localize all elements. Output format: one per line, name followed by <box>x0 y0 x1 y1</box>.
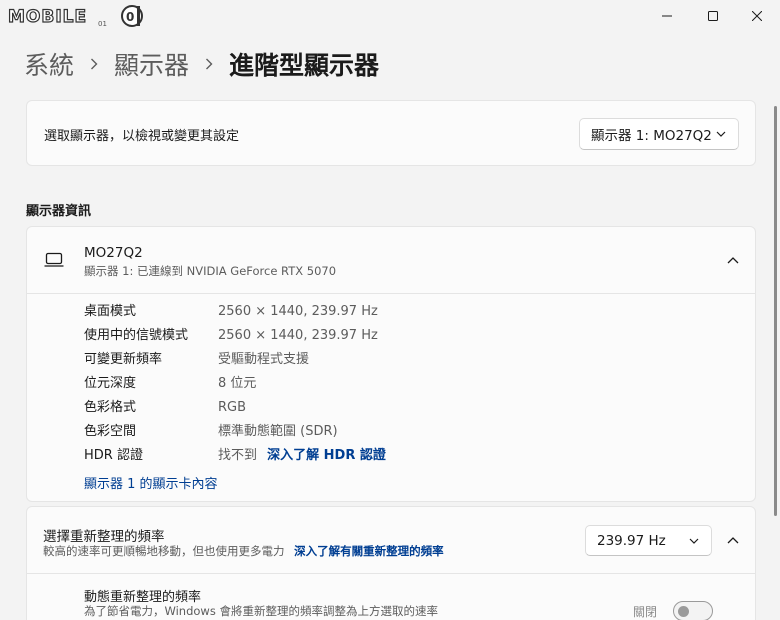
breadcrumb-system[interactable]: 系統 <box>24 46 74 82</box>
maximize-button[interactable] <box>690 0 736 32</box>
refresh-rate-title: 選擇重新整理的頻率 <box>43 529 165 545</box>
title-bar: MOBILE 01 0 <box>0 0 780 32</box>
chevron-down-icon <box>689 538 699 544</box>
refresh-rate-description: 較高的速率可更順暢地移動，但也使用更多電力 <box>43 544 285 558</box>
property-value: 2560 × 1440, 239.97 Hz <box>218 328 378 343</box>
maximize-icon <box>708 11 718 21</box>
chevron-up-icon <box>727 257 739 264</box>
select-display-card: 選取顯示器，以檢視或變更其設定 顯示器 1: MO27Q2 <box>26 100 756 166</box>
close-button[interactable] <box>734 0 780 32</box>
breadcrumb-display[interactable]: 顯示器 <box>114 46 189 82</box>
display-select-dropdown[interactable]: 顯示器 1: MO27Q2 <box>579 118 739 150</box>
minimize-button[interactable] <box>644 0 690 32</box>
property-label: 可變更新頻率 <box>84 352 163 367</box>
hdr-value-wrap: 找不到 深入了解 HDR 認證 <box>218 446 386 466</box>
display-adapter-properties-link[interactable]: 顯示器 1 的顯示卡內容 <box>84 473 218 492</box>
property-value: 受驅動程式支援 <box>218 352 310 367</box>
hdr-label: HDR 認證 <box>84 448 143 463</box>
breadcrumb-advanced-display: 進階型顯示器 <box>229 51 380 80</box>
chevron-right-icon <box>205 58 213 70</box>
property-label: 桌面模式 <box>84 304 137 319</box>
refresh-rate-card: 選擇重新整理的頻率 較高的速率可更順暢地移動，但也使用更多電力 深入了解有關重新… <box>26 506 756 620</box>
refresh-rate-dropdown[interactable]: 239.97 Hz <box>585 525 712 556</box>
property-value: 標準動態範圍 (SDR) <box>218 424 338 439</box>
mobile01-logo: MOBILE 01 0 <box>6 3 146 29</box>
display-name: MO27Q2 <box>84 245 143 261</box>
minimize-icon <box>662 15 672 17</box>
dynamic-refresh-description: 為了節省電力，Windows 會將重新整理的頻率調整為上方選取的速率 <box>84 604 438 618</box>
collapse-display-info-button[interactable] <box>721 248 745 272</box>
refresh-rate-value: 239.97 Hz <box>597 532 666 549</box>
refresh-rate-description-wrap: 較高的速率可更順暢地移動，但也使用更多電力 深入了解有關重新整理的頻率 <box>43 543 444 559</box>
toggle-knob <box>678 606 689 617</box>
chevron-down-icon <box>716 131 726 137</box>
chevron-right-icon <box>90 58 98 70</box>
hdr-value: 找不到 <box>218 448 258 463</box>
display-info-section-title: 顯示器資訊 <box>26 204 92 219</box>
chevron-up-icon <box>727 537 739 544</box>
property-label: 色彩格式 <box>84 400 137 415</box>
dynamic-refresh-toggle-label: 關閉 <box>633 605 658 619</box>
display-select-value: 顯示器 1: MO27Q2 <box>591 128 712 144</box>
svg-text:0: 0 <box>126 10 134 24</box>
select-display-label: 選取顯示器，以檢視或變更其設定 <box>44 129 240 144</box>
property-value: 8 位元 <box>218 376 257 391</box>
property-label: 位元深度 <box>84 376 137 391</box>
display-connection: 顯示器 1: 已連線到 NVIDIA GeForce RTX 5070 <box>84 264 337 278</box>
property-value: 2560 × 1440, 239.97 Hz <box>218 304 378 319</box>
svg-text:MOBILE: MOBILE <box>8 7 87 27</box>
dynamic-refresh-toggle[interactable] <box>673 601 713 620</box>
close-icon <box>752 11 762 21</box>
collapse-refresh-rate-button[interactable] <box>721 528 745 552</box>
display-info-header[interactable]: MO27Q2 顯示器 1: 已連線到 NVIDIA GeForce RTX 50… <box>27 227 755 294</box>
property-label: 使用中的信號模式 <box>84 328 189 343</box>
refresh-rate-learn-more-link[interactable]: 深入了解有關重新整理的頻率 <box>294 544 444 558</box>
monitor-icon <box>44 252 64 267</box>
svg-text:01: 01 <box>98 20 107 28</box>
property-label: 色彩空間 <box>84 424 137 439</box>
hdr-learn-more-link[interactable]: 深入了解 HDR 認證 <box>267 448 386 463</box>
display-info-card: MO27Q2 顯示器 1: 已連線到 NVIDIA GeForce RTX 50… <box>26 226 756 502</box>
refresh-rate-header: 選擇重新整理的頻率 較高的速率可更順暢地移動，但也使用更多電力 深入了解有關重新… <box>27 507 755 574</box>
breadcrumb: 系統 顯示器 進階型顯示器 <box>24 44 379 84</box>
property-value: RGB <box>218 400 247 415</box>
scrollbar[interactable] <box>774 106 777 516</box>
